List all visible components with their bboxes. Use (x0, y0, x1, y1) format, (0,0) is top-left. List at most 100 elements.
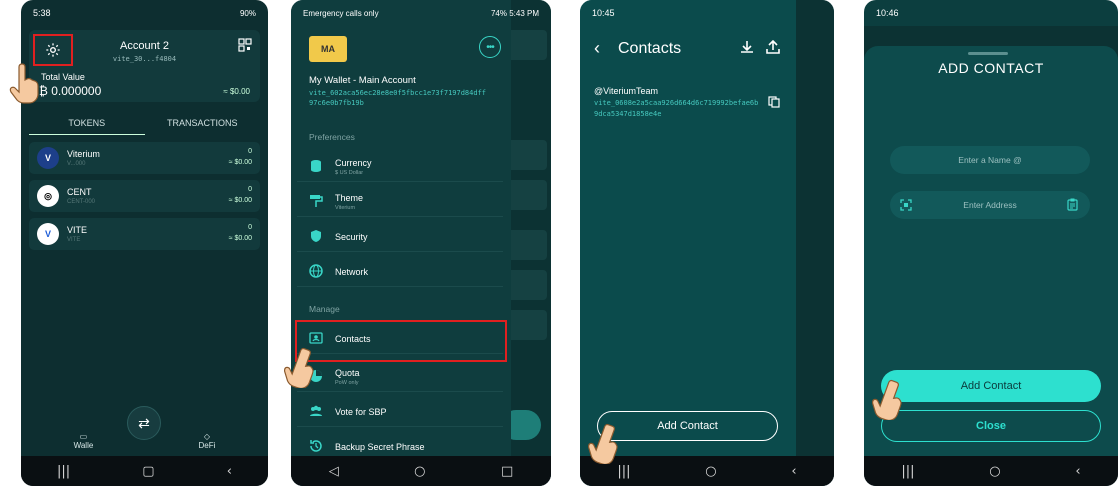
contact-address: vite_0608e2a5caa926d664d6c719992befae6b9… (594, 99, 759, 118)
name-field[interactable] (890, 146, 1090, 174)
status-time: 10:45 (592, 8, 615, 18)
nav-defi[interactable]: ◇ DeFi (199, 432, 216, 450)
background-panel (507, 270, 547, 300)
recents-icon[interactable]: □ (501, 464, 513, 479)
wallet-tabs: TOKENS TRANSACTIONS (29, 113, 260, 135)
menu-item-label: Backup Secret Phrase (335, 442, 425, 452)
menu-item-network[interactable]: Network (297, 255, 503, 287)
menu-item-label: Security (335, 232, 368, 242)
token-name: CENT (67, 187, 92, 197)
status-time: 5:38 (33, 8, 51, 18)
back-button[interactable]: ‹ (594, 38, 600, 59)
tab-transactions[interactable]: TRANSACTIONS (145, 113, 261, 135)
token-balance: 0 (248, 224, 252, 231)
menu-item-currency[interactable]: Currency $ US Dollar (297, 150, 503, 182)
address-field[interactable] (890, 191, 1090, 219)
token-row[interactable]: V VITE VITE 0 ≈ $0.00 (29, 218, 260, 250)
sheet-title: ADD CONTACT (938, 60, 1044, 76)
back-icon[interactable]: ‹ (1075, 464, 1080, 479)
nav-wallet-label: Walle (73, 441, 94, 450)
upload-icon[interactable] (766, 40, 780, 54)
add-contact-submit-button[interactable]: Add Contact (881, 370, 1101, 402)
account-address: vite_30...f4804 (112, 55, 177, 63)
home-icon[interactable]: ▢ (142, 464, 154, 479)
system-nav: ◁ ○ □ (291, 456, 551, 486)
menu-item-label: Currency (335, 158, 372, 168)
page-title: Contacts (618, 40, 682, 57)
globe-icon (309, 264, 323, 278)
qr-scan-icon[interactable] (900, 199, 912, 211)
back-icon[interactable]: ‹ (791, 464, 796, 479)
pointing-hand-icon (283, 347, 314, 388)
token-balance: 0 (248, 148, 252, 155)
recents-icon[interactable]: ||| (617, 464, 630, 479)
pointing-hand-icon (587, 423, 618, 464)
more-icon: ••• (486, 41, 494, 53)
nav-defi-label: DeFi (198, 441, 216, 450)
backup-icon (310, 440, 322, 452)
contacts-screen: 10:45 ‹ Contacts @ViteriumTeam vite_0608… (580, 0, 834, 486)
status-bar: 5:38 90% (21, 0, 268, 26)
settings-drawer: MA ••• My Wallet - Main Account vite_602… (291, 0, 511, 486)
defi-icon: ◇ (203, 432, 211, 441)
status-time: 5:43 PM (509, 8, 539, 18)
add-contact-button[interactable]: Add Contact (597, 411, 778, 441)
more-options-button[interactable]: ••• (479, 36, 501, 58)
nav-wallet[interactable]: ▭ Walle (74, 432, 94, 450)
token-usd: ≈ $0.00 (228, 197, 252, 204)
close-button[interactable]: Close (881, 410, 1101, 442)
clipboard-icon[interactable] (1067, 198, 1078, 211)
wallet-screen: 5:38 90% Account 2 vite_30...f4804 Total… (21, 0, 268, 486)
total-value: ₿ 0.000000 (39, 84, 101, 98)
back-icon[interactable]: ‹ (227, 464, 232, 479)
qr-code-icon[interactable] (238, 38, 252, 52)
menu-item-label: Theme (335, 193, 364, 203)
recents-icon[interactable]: ||| (901, 464, 914, 479)
status-bar: Emergency calls only 74% 5:43 PM (291, 0, 551, 26)
token-row[interactable]: V Viterium V...000 0 ≈ $0.00 (29, 142, 260, 174)
account-card: Account 2 vite_30...f4804 Total Value ₿ … (29, 30, 260, 102)
status-battery: 90% (239, 8, 256, 18)
background-panel (507, 140, 547, 170)
copy-icon[interactable] (768, 96, 780, 108)
download-icon[interactable] (740, 40, 754, 54)
back-icon[interactable]: ◁ (329, 464, 339, 479)
contact-name[interactable]: @ViteriumTeam (594, 86, 658, 96)
paint-roller-icon (310, 195, 323, 207)
token-id: CENT-000 (67, 199, 96, 205)
menu-item-label: Quota (335, 368, 360, 378)
menu-item-vote[interactable]: Vote for SBP (297, 395, 503, 427)
menu-item-quota[interactable]: Quota PoW only (297, 360, 503, 392)
token-usd: ≈ $0.00 (228, 159, 252, 166)
tab-tokens[interactable]: TOKENS (29, 113, 145, 135)
home-icon[interactable]: ○ (414, 464, 425, 479)
pointing-hand-icon (9, 63, 39, 104)
menu-item-sub: PoW only (335, 380, 359, 386)
menu-item-security[interactable]: Security (297, 220, 503, 252)
contacts-panel: ‹ Contacts @ViteriumTeam vite_0608e2a5ca… (580, 0, 796, 486)
status-time: 10:46 (876, 8, 899, 18)
background-wallet (796, 0, 834, 486)
name-input[interactable] (890, 146, 1090, 174)
pointing-hand-icon (871, 379, 902, 420)
sheet-handle[interactable] (968, 52, 1008, 55)
status-bar: 10:46 (864, 0, 1118, 26)
total-value-label: Total Value (41, 72, 85, 82)
recents-icon[interactable]: ||| (57, 464, 70, 479)
token-usd: ≈ $0.00 (228, 235, 252, 242)
viterium-logo-icon: V (37, 147, 59, 169)
address-input[interactable] (890, 191, 1090, 219)
wallet-title: My Wallet - Main Account (309, 75, 416, 86)
cent-logo-icon: ◎ (37, 185, 59, 207)
home-icon[interactable]: ○ (989, 464, 1000, 479)
contacts-highlight-box (295, 320, 507, 362)
account-name[interactable]: Account 2 (29, 40, 260, 52)
menu-item-sub: Viterium (335, 205, 356, 211)
menu-item-label: Network (335, 267, 369, 277)
token-row[interactable]: ◎ CENT CENT-000 0 ≈ $0.00 (29, 180, 260, 212)
background-panel (507, 310, 547, 340)
menu-item-theme[interactable]: Theme Viterium (297, 185, 503, 217)
status-carrier: Emergency calls only (303, 8, 379, 18)
wallet-icon: ▭ (79, 432, 88, 441)
home-icon[interactable]: ○ (705, 464, 716, 479)
